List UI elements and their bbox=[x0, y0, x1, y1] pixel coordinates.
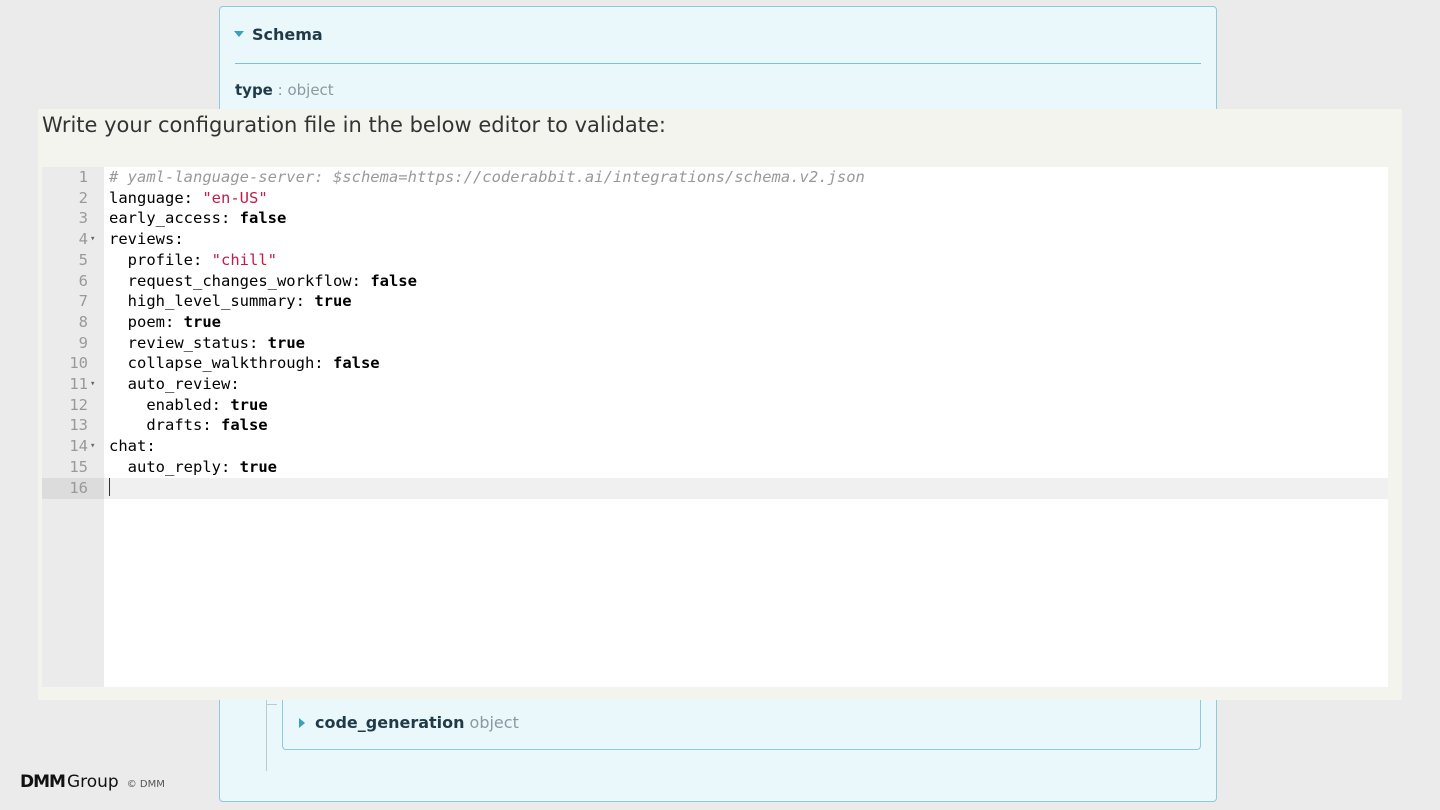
type-key: type bbox=[235, 81, 273, 99]
code-comment: # yaml-language-server: $schema=https://… bbox=[109, 168, 865, 186]
code-text: collapse_walkthrough: false bbox=[109, 353, 380, 374]
code-line[interactable]: 15 auto_reply: true bbox=[42, 457, 1388, 478]
caret-right-icon bbox=[299, 717, 305, 728]
code-line[interactable]: 13 drafts: false bbox=[42, 415, 1388, 436]
code-line[interactable]: 12 enabled: true bbox=[42, 395, 1388, 416]
code-text: high_level_summary: true bbox=[109, 291, 352, 312]
fold-arrow-icon[interactable]: ▾ bbox=[90, 374, 95, 395]
code-text: profile: "chill" bbox=[109, 250, 277, 271]
code-boolean: true bbox=[267, 333, 305, 352]
line-number: 5 bbox=[78, 250, 88, 269]
line-number: 16 bbox=[42, 477, 104, 499]
line-number: 4 bbox=[78, 230, 88, 249]
line-number: 9 bbox=[78, 333, 88, 352]
property-type: object bbox=[469, 713, 519, 732]
code-line[interactable]: 2 language: "en-US" bbox=[42, 188, 1388, 209]
code-boolean: true bbox=[183, 312, 221, 331]
validator-heading: Write your configuration file in the bel… bbox=[42, 113, 667, 137]
fold-arrow-icon[interactable]: ▾ bbox=[90, 436, 95, 457]
code-string: "en-US" bbox=[202, 188, 268, 207]
code-line[interactable]: 9 review_status: true bbox=[42, 333, 1388, 354]
line-number: 6 bbox=[78, 271, 88, 290]
code-key: drafts: bbox=[146, 416, 221, 435]
copyright: © DMM bbox=[126, 779, 165, 790]
code-text: auto_reply: true bbox=[109, 457, 277, 478]
code-key: chat: bbox=[109, 437, 156, 456]
code-line[interactable]: 14 ▾ chat: bbox=[42, 436, 1388, 457]
code-key: high_level_summary: bbox=[127, 292, 315, 311]
code-line[interactable]: 16 bbox=[42, 477, 1388, 499]
code-key: auto_review: bbox=[127, 375, 240, 393]
code-text bbox=[109, 477, 110, 499]
schema-title: Schema bbox=[252, 24, 323, 44]
divider bbox=[235, 63, 1201, 64]
code-line[interactable]: 4 ▾ reviews: bbox=[42, 229, 1388, 250]
text-cursor bbox=[109, 477, 110, 496]
caret-down-icon bbox=[234, 31, 244, 37]
code-text: # yaml-language-server: $schema=https://… bbox=[109, 167, 865, 188]
line-number: 1 bbox=[78, 168, 88, 186]
line-number: 8 bbox=[78, 312, 88, 331]
code-key: review_status: bbox=[127, 333, 268, 352]
code-text: review_status: true bbox=[109, 333, 305, 354]
code-text: chat: bbox=[109, 436, 156, 457]
logo-group: Group bbox=[66, 772, 119, 792]
code-key: auto_reply: bbox=[127, 457, 240, 476]
tree-line bbox=[266, 697, 267, 771]
code-line[interactable]: 3 early_access: false bbox=[42, 208, 1388, 229]
line-number: 14 bbox=[69, 437, 88, 456]
fold-arrow-icon[interactable]: ▾ bbox=[90, 229, 95, 250]
code-key: language: bbox=[109, 188, 203, 207]
code-text: reviews: bbox=[109, 229, 184, 250]
line-number: 11 bbox=[69, 375, 88, 393]
code-boolean: true bbox=[230, 395, 268, 414]
line-number: 3 bbox=[78, 209, 88, 228]
code-text: poem: true bbox=[109, 312, 221, 333]
validator-card: Write your configuration file in the bel… bbox=[38, 109, 1402, 700]
dmm-group-logo: DMM Group © DMM bbox=[20, 772, 165, 792]
code-key: early_access: bbox=[109, 209, 240, 228]
code-generation-toggle[interactable]: code_generation object bbox=[299, 713, 519, 732]
code-line[interactable]: 8 poem: true bbox=[42, 312, 1388, 333]
code-line[interactable]: 7 high_level_summary: true bbox=[42, 291, 1388, 312]
property-name: code_generation bbox=[315, 713, 465, 732]
code-boolean: false bbox=[370, 271, 417, 290]
code-line[interactable]: 1 # yaml-language-server: $schema=https:/… bbox=[42, 167, 1388, 188]
code-key: collapse_walkthrough: bbox=[127, 354, 333, 373]
line-number: 2 bbox=[78, 188, 88, 207]
code-text: request_changes_workflow: false bbox=[109, 271, 417, 292]
code-text: enabled: true bbox=[109, 395, 268, 416]
line-number: 12 bbox=[69, 395, 88, 414]
line-number: 10 bbox=[69, 354, 88, 373]
line-number: 15 bbox=[69, 457, 88, 476]
code-text: auto_review: bbox=[109, 374, 240, 395]
schema-toggle[interactable]: Schema bbox=[234, 23, 323, 45]
line-number: 13 bbox=[69, 416, 88, 435]
schema-type: type : object bbox=[235, 81, 334, 99]
line-number: 7 bbox=[78, 292, 88, 311]
code-key: enabled: bbox=[146, 395, 231, 414]
code-boolean: true bbox=[239, 457, 277, 476]
code-boolean: false bbox=[220, 416, 268, 435]
tree-branch bbox=[267, 704, 277, 705]
code-line[interactable]: 11 ▾ auto_review: bbox=[42, 374, 1388, 395]
code-text: drafts: false bbox=[109, 415, 268, 436]
code-line[interactable]: 10 collapse_walkthrough: false bbox=[42, 353, 1388, 374]
code-text: language: "en-US" bbox=[109, 188, 268, 209]
code-boolean: true bbox=[314, 292, 352, 311]
code-line[interactable]: 5 profile: "chill" bbox=[42, 250, 1388, 271]
code-boolean: false bbox=[332, 354, 380, 373]
yaml-editor[interactable]: 1 # yaml-language-server: $schema=https:/… bbox=[42, 167, 1388, 687]
code-string: "chill" bbox=[211, 250, 277, 269]
code-key: profile: bbox=[127, 250, 212, 269]
code-boolean: false bbox=[239, 209, 287, 228]
type-value: : object bbox=[277, 81, 334, 99]
code-key: request_changes_workflow: bbox=[127, 271, 371, 290]
code-text: early_access: false bbox=[109, 208, 286, 229]
code-key: reviews: bbox=[109, 230, 184, 249]
logo-mark: DMM bbox=[20, 772, 66, 792]
code-line[interactable]: 6 request_changes_workflow: false bbox=[42, 271, 1388, 292]
code-key: poem: bbox=[127, 312, 184, 331]
